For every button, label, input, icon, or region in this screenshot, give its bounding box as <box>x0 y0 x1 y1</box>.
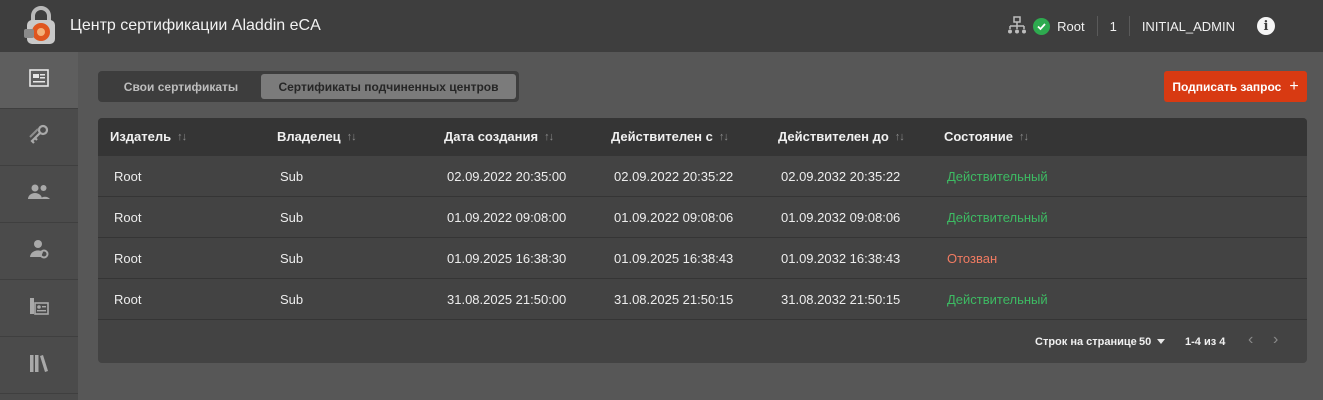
header-created[interactable]: Дата создания ↑↓ <box>444 129 554 144</box>
sort-icon: ↑↓ <box>346 130 357 143</box>
rows-per-page-label: Строк на странице <box>1035 336 1137 348</box>
table-header: Издатель ↑↓ Владелец ↑↓ Дата создания ↑↓ Де… <box>98 118 1307 156</box>
plus-icon: + <box>1289 77 1299 95</box>
certificates-table: Издатель ↑↓ Владелец ↑↓ Дата создания ↑↓ Де… <box>98 118 1307 363</box>
node-name: Root <box>1057 18 1085 34</box>
sort-icon: ↑↓ <box>1019 130 1029 143</box>
app-title: Центр сертификации Aladdin eCA <box>70 17 321 34</box>
sidebar-item-certificates[interactable] <box>0 52 78 109</box>
chevron-left-icon[interactable]: ‹ <box>1248 331 1253 349</box>
chevron-right-icon[interactable]: › <box>1273 331 1278 349</box>
table-row[interactable]: Root Sub 02.09.2022 20:35:00 02.09.2022 … <box>98 156 1307 197</box>
cell-valid-to: 01.09.2032 16:38:43 <box>781 251 901 266</box>
cell-issuer: Root <box>114 251 142 266</box>
users-icon <box>27 183 51 206</box>
cell-valid-from: 01.09.2022 09:08:06 <box>614 210 734 225</box>
cell-valid-to: 02.09.2032 20:35:22 <box>781 169 901 184</box>
tab-subordinate-certificates[interactable]: Сертификаты подчиненных центров <box>261 74 516 99</box>
counter: 1 <box>1109 18 1117 34</box>
user-status-area: Root 1 INITIAL_ADMIN i <box>1007 0 1275 52</box>
divider <box>1128 16 1130 36</box>
cell-created: 01.09.2022 09:08:00 <box>447 210 567 225</box>
cell-issuer: Root <box>114 169 142 184</box>
cell-created: 01.09.2025 16:38:30 <box>447 251 567 266</box>
cell-valid-to: 01.09.2032 09:08:06 <box>781 210 901 225</box>
header-status[interactable]: Состояние ↑↓ <box>944 129 1029 144</box>
certificate-tabs: Свои сертификаты Сертификаты подчиненных… <box>98 71 519 102</box>
cell-owner: Sub <box>280 169 304 184</box>
chevron-down-icon[interactable] <box>1157 339 1165 344</box>
table-row[interactable]: Root Sub 01.09.2025 16:38:30 01.09.2025 … <box>98 238 1307 279</box>
header-valid-from[interactable]: Действителен с ↑↓ <box>611 129 729 144</box>
keys-icon <box>27 123 51 152</box>
sidebar-item-keys[interactable] <box>0 109 78 166</box>
network-tree-icon <box>1007 16 1027 36</box>
divider <box>1096 16 1098 36</box>
header-created-label: Дата создания <box>444 129 539 144</box>
sort-icon: ↑↓ <box>718 130 729 143</box>
cell-issuer: Root <box>114 292 142 307</box>
library-icon <box>29 353 49 378</box>
cell-status: Отозван <box>947 251 998 266</box>
info-icon[interactable]: i <box>1257 17 1275 35</box>
table-row[interactable]: Root Sub 31.08.2025 21:50:00 31.08.2025 … <box>98 279 1307 320</box>
cell-owner: Sub <box>280 292 304 307</box>
top-bar: Центр сертификации Aladdin eCA Root 1 IN… <box>0 0 1323 52</box>
sidebar-item-users[interactable] <box>0 166 78 223</box>
page-range: 1-4 из 4 <box>1185 336 1226 348</box>
sidebar <box>0 52 78 400</box>
sort-icon: ↑↓ <box>894 130 905 143</box>
sign-request-label: Подписать запрос <box>1172 79 1282 94</box>
header-valid-from-label: Действителен с <box>611 129 713 144</box>
cell-owner: Sub <box>280 251 304 266</box>
aladdin-logo[interactable] <box>20 5 62 47</box>
sort-icon: ↑↓ <box>544 130 554 143</box>
tab-own-certificates[interactable]: Свои сертификаты <box>101 74 261 99</box>
server-cert-icon <box>29 296 49 321</box>
table-row[interactable]: Root Sub 01.09.2022 09:08:00 01.09.2022 … <box>98 197 1307 238</box>
header-owner-label: Владелец <box>277 129 341 144</box>
cell-created: 31.08.2025 21:50:00 <box>447 292 567 307</box>
sidebar-item-user-settings[interactable] <box>0 223 78 280</box>
header-status-label: Состояние <box>944 129 1014 144</box>
check-circle-icon <box>1033 17 1051 35</box>
certificate-card-icon <box>29 68 49 92</box>
header-issuer-label: Издатель <box>110 129 172 144</box>
header-owner[interactable]: Владелец ↑↓ <box>277 129 357 144</box>
cell-status: Действительный <box>947 210 1048 225</box>
header-issuer[interactable]: Издатель ↑↓ <box>110 129 187 144</box>
user-settings-icon <box>28 239 50 264</box>
user-role[interactable]: INITIAL_ADMIN <box>1142 19 1235 34</box>
cell-valid-from: 01.09.2025 16:38:43 <box>614 251 734 266</box>
cell-status: Действительный <box>947 169 1048 184</box>
cell-owner: Sub <box>280 210 304 225</box>
header-valid-to[interactable]: Действителен до ↑↓ <box>778 129 905 144</box>
rows-per-page-select[interactable]: 50 <box>1139 336 1151 348</box>
header-valid-to-label: Действителен до <box>778 129 889 144</box>
sign-request-button[interactable]: Подписать запрос + <box>1164 71 1307 102</box>
sidebar-item-server-certificates[interactable] <box>0 280 78 337</box>
table-pagination: Строк на странице 50 1-4 из 4 ‹ › <box>98 319 1307 363</box>
sort-icon: ↑↓ <box>177 130 187 143</box>
cell-created: 02.09.2022 20:35:00 <box>447 169 567 184</box>
cell-valid-from: 02.09.2022 20:35:22 <box>614 169 734 184</box>
sidebar-item-library[interactable] <box>0 337 78 394</box>
cell-status: Действительный <box>947 292 1048 307</box>
cell-issuer: Root <box>114 210 142 225</box>
cell-valid-to: 31.08.2032 21:50:15 <box>781 292 901 307</box>
cell-valid-from: 31.08.2025 21:50:15 <box>614 292 734 307</box>
